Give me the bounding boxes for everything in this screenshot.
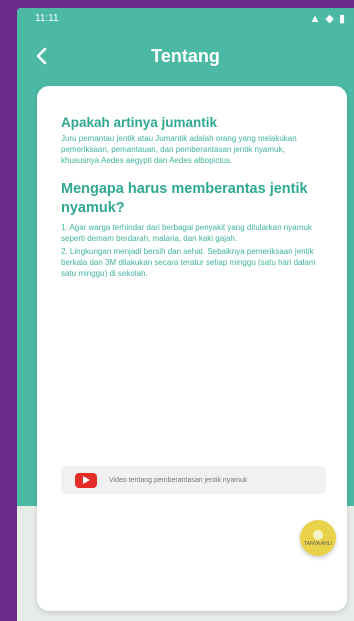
app-bar: Tentang	[17, 30, 354, 86]
info-icon	[313, 529, 323, 540]
section1-title: Apakah artinya jumantik	[61, 115, 218, 130]
ask-expert-button[interactable]: TANYA AHLI	[300, 520, 336, 556]
section1-body: Juru pemantau jentik atau Jumantik adala…	[61, 134, 297, 165]
page-title: Tentang	[151, 46, 220, 66]
app-screen: 11:11 ▲ ◆ ▮ Tentang Apakah artinya juman…	[17, 8, 354, 621]
video-link-label: Video tentang pemberantasan jentik nyamu…	[109, 476, 248, 484]
youtube-icon	[75, 472, 97, 488]
status-icons: ▲ ◆ ▮	[309, 13, 346, 25]
video-link[interactable]: Video tentang pemberantasan jentik nyamu…	[61, 466, 326, 494]
status-time: 11:11	[35, 13, 59, 24]
section2-title: Mengapa harus memberantas jentik nyamuk?	[61, 181, 308, 216]
section2-body-1: 1. Agar warga terhindar dari berbagai pe…	[61, 223, 312, 243]
section2-body-2: 2. Lingkungan menjadi bersih dan sehat. …	[61, 247, 316, 278]
fab-label: TANYA AHLI	[304, 540, 332, 547]
status-bar: 11:11 ▲ ◆ ▮	[17, 8, 354, 30]
content-scroll: Apakah artinya jumantik Juru pemantau je…	[61, 114, 323, 279]
